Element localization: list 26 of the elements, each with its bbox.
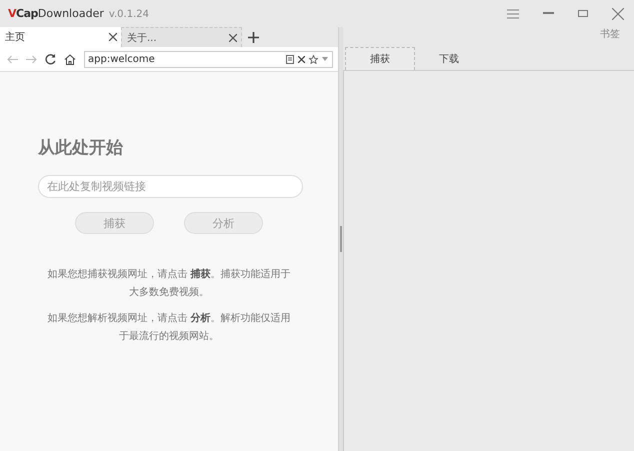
browser-tab[interactable]: 关于... bbox=[121, 27, 242, 47]
version-label: v.0.1.24 bbox=[108, 9, 149, 20]
help-paragraph: 如果您想解析视频网址，请点击 分析。解析功能仅适用于最流行的视频网站。 bbox=[46, 312, 292, 344]
dropdown-caret-icon[interactable] bbox=[322, 57, 328, 61]
splitter-handle[interactable] bbox=[340, 226, 342, 252]
clear-icon[interactable] bbox=[298, 56, 305, 62]
minimize-icon[interactable] bbox=[543, 12, 554, 15]
star-icon[interactable] bbox=[309, 54, 318, 64]
close-tab-icon[interactable] bbox=[109, 33, 117, 41]
new-tab-icon[interactable] bbox=[248, 32, 259, 42]
app-logo: VCap bbox=[8, 7, 38, 20]
panel-tab[interactable]: 下载 bbox=[415, 47, 483, 70]
reader-icon[interactable] bbox=[286, 54, 294, 64]
home-icon[interactable] bbox=[64, 54, 76, 64]
maximize-icon[interactable] bbox=[578, 10, 588, 17]
reload-icon[interactable] bbox=[45, 54, 56, 64]
link-input-field[interactable]: 在此处复制视频链接 bbox=[38, 175, 303, 198]
app-name: Downloader bbox=[38, 7, 104, 20]
help-paragraph: 如果您想捕获视频网址，请点击 捕获。捕获功能适用于大多数免费视频。 bbox=[46, 267, 292, 300]
browser-tab[interactable]: 主页 bbox=[0, 27, 121, 47]
panel-tab[interactable]: 捕获 bbox=[345, 47, 415, 70]
menu-icon[interactable] bbox=[507, 8, 519, 18]
welcome-heading: 从此处开始 bbox=[38, 137, 123, 159]
address-bar[interactable]: app:welcome bbox=[84, 50, 333, 68]
close-tab-icon[interactable] bbox=[229, 34, 237, 42]
close-icon[interactable] bbox=[612, 8, 624, 20]
